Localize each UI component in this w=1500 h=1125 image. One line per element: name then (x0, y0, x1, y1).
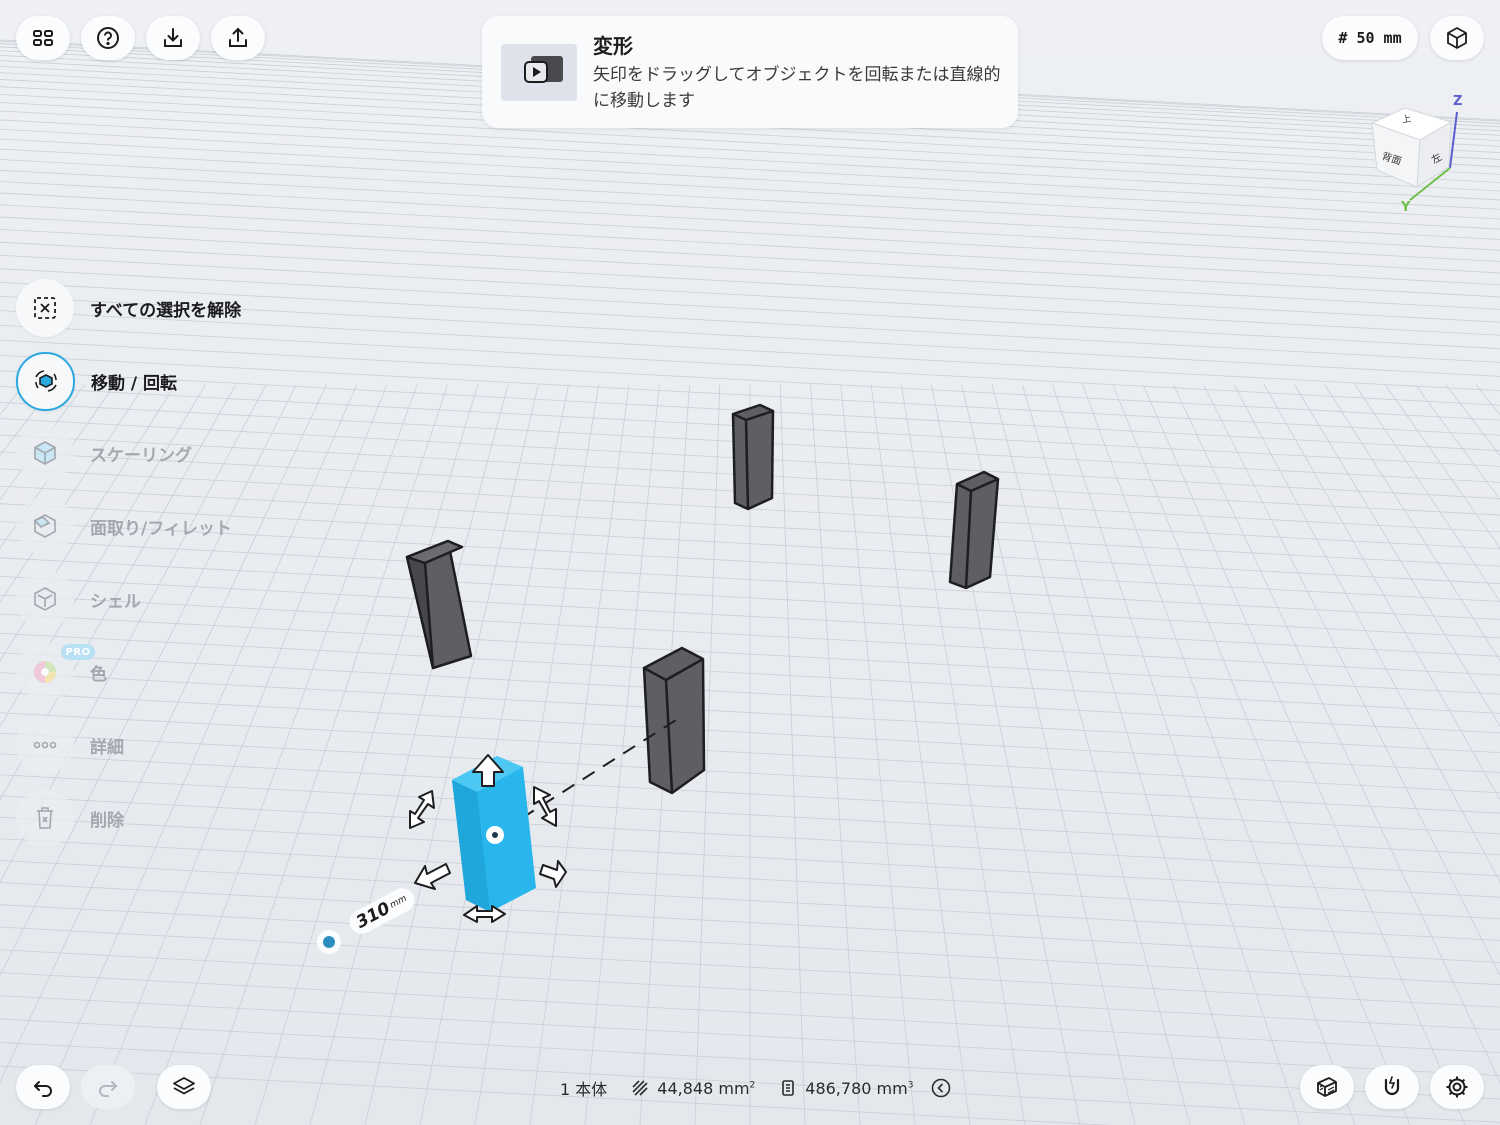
layers-icon (173, 1077, 195, 1095)
export-button[interactable] (211, 16, 265, 60)
tool-shell[interactable]: シェル (16, 569, 141, 629)
grid-size-button[interactable]: # 50 mm (1322, 16, 1418, 60)
tool-label: スケーリング (90, 445, 192, 466)
tool-move-rotate[interactable]: 移動 / 回転 (16, 351, 177, 411)
body-back-center[interactable] (731, 403, 775, 511)
gear-icon (1446, 1076, 1468, 1098)
layers-button[interactable] (157, 1065, 211, 1109)
tool-label: 移動 / 回転 (91, 373, 178, 394)
import-button[interactable] (146, 16, 200, 60)
snap-button[interactable] (1365, 1065, 1419, 1109)
shell-icon (16, 570, 74, 628)
undo-button[interactable] (16, 1065, 70, 1109)
axis-z-label: Z (1453, 94, 1463, 109)
body-right[interactable] (948, 470, 1000, 590)
help-button[interactable] (81, 16, 135, 60)
wireframe-cube-icon (1447, 27, 1467, 49)
help-icon (97, 27, 119, 49)
tool-scaling[interactable]: スケーリング (16, 423, 192, 483)
pivot-icon[interactable] (317, 930, 341, 954)
tool-fillet[interactable]: 面取り/フィレット (16, 496, 232, 556)
hint-description: 矢印をドラッグしてオブジェクトを回転または直線的に移動します (593, 65, 1001, 111)
hint-video-thumbnail[interactable] (501, 44, 577, 101)
volume-value: 486,780 mm3 (805, 1078, 914, 1098)
axis-y-label: Y (1401, 200, 1411, 215)
tool-label: 色 (90, 664, 107, 685)
dimension-unit: mm (388, 893, 409, 911)
hint-title: 変形 (593, 34, 633, 58)
tool-label: 削除 (90, 810, 124, 831)
deselect-icon (16, 279, 74, 337)
upload-icon (229, 27, 247, 47)
tool-label: 詳細 (90, 737, 124, 758)
undo-icon (34, 1081, 52, 1097)
move-rotate-icon (16, 351, 75, 411)
tool-label: 面取り/フィレット (90, 518, 232, 539)
body-count: 1 本体 (560, 1080, 608, 1099)
hint-card: 変形 矢印をドラッグしてオブジェクトを回転または直線的に移動します (482, 16, 1018, 128)
section-plane-icon (1317, 1077, 1337, 1097)
projects-button[interactable] (16, 16, 70, 60)
trash-icon (16, 789, 74, 847)
3d-viewport[interactable] (0, 0, 1500, 1125)
redo-icon (99, 1081, 117, 1097)
section-view-button[interactable] (1300, 1065, 1354, 1109)
download-icon (164, 28, 182, 47)
scaling-icon (16, 424, 74, 482)
tool-label: すべての選択を解除 (90, 300, 242, 321)
tool-deselect-all[interactable]: すべての選択を解除 (16, 278, 241, 338)
pro-badge: PRO (61, 644, 95, 660)
surface-area-value: 44,848 mm2 (657, 1078, 756, 1098)
grid-menu-icon (33, 30, 53, 46)
play-video-icon (524, 56, 563, 83)
tool-delete[interactable]: 削除 (16, 788, 124, 848)
fillet-icon (16, 497, 74, 555)
magnet-icon (1384, 1076, 1400, 1096)
volume-icon (782, 1080, 795, 1096)
settings-button[interactable] (1430, 1065, 1484, 1109)
tool-label: シェル (90, 591, 141, 612)
status-bar: 1 本体 44,848 mm2 486,780 mm3 (560, 1076, 959, 1100)
tool-details[interactable]: 詳細 (16, 715, 124, 775)
collapse-chevron-icon[interactable] (931, 1078, 951, 1098)
surface-area-icon (632, 1080, 648, 1096)
more-icon (16, 716, 74, 774)
redo-button[interactable] (81, 1065, 135, 1109)
view-mode-button[interactable] (1430, 16, 1484, 60)
